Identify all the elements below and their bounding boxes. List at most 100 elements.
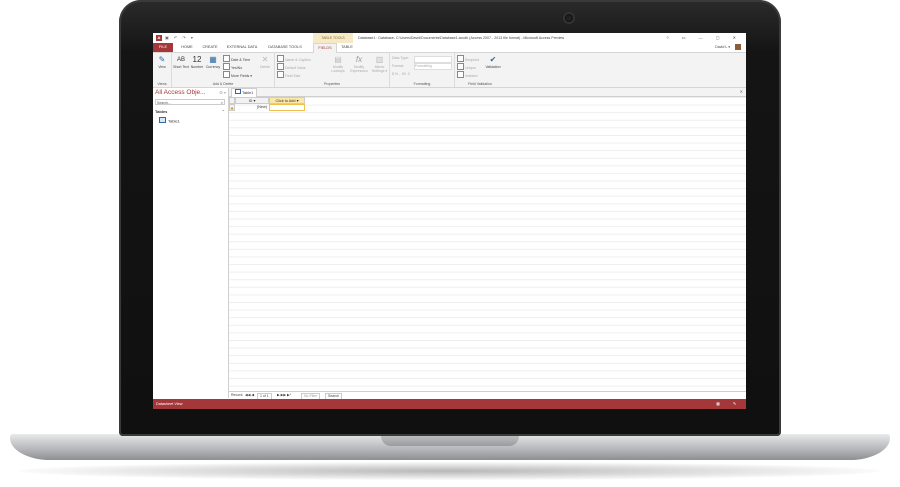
field-size-icon	[277, 71, 284, 78]
name-caption-icon	[277, 55, 284, 62]
record-navigator: Record: ◀◀ ◀ 1 of 1 ▶ ▶▶ ▶* No Filter Se…	[229, 391, 746, 400]
access-window: A ▣ ↶ ↷ ▾ TABLE TOOLS Database1 : Databa…	[153, 33, 746, 409]
group-properties: Name & Caption Default Value Field Size …	[275, 53, 390, 87]
group-label-properties: Properties	[324, 82, 340, 86]
currency-button[interactable]: ▦ Currency	[205, 55, 221, 79]
number-label: Number	[190, 65, 204, 69]
group-label-views: Views	[157, 82, 167, 86]
table-icon	[235, 89, 241, 94]
view-button[interactable]: ✎ View	[154, 55, 170, 79]
currency-icon: ▦	[209, 55, 217, 64]
format-label: Format:	[392, 64, 405, 68]
tab-external-data[interactable]: EXTERNAL DATA	[224, 43, 260, 52]
delete-label: Delete	[259, 65, 271, 69]
delete-button[interactable]: ✕ Delete	[257, 55, 273, 79]
short-text-label: Short Text	[173, 65, 189, 69]
new-record-id[interactable]: (New)	[235, 104, 269, 111]
short-text-icon: AB	[176, 57, 185, 63]
group-formatting: Data Type: Format: Formatting $ % , .00 …	[390, 53, 455, 87]
currency-label: Currency	[205, 65, 221, 69]
default-value-button[interactable]: Default Value	[277, 63, 306, 70]
more-fields-label: More Fields ▾	[231, 74, 253, 78]
tab-database-tools[interactable]: DATABASE TOOLS	[263, 43, 307, 52]
memo-icon: ▥	[375, 55, 384, 64]
checkbox-icon	[223, 63, 230, 70]
tab-file[interactable]: FILE	[153, 43, 173, 52]
nav-group-tables[interactable]: Tables ⌃	[155, 108, 226, 115]
validation-button[interactable]: ✔ Validation	[483, 55, 503, 79]
user-name[interactable]: David L ▾	[715, 43, 730, 52]
validation-label: Validation	[485, 65, 501, 69]
modify-expression-label: Modify Expression	[350, 65, 368, 73]
tab-create[interactable]: CREATE	[199, 43, 221, 52]
lookups-icon: ▤	[334, 55, 342, 64]
modify-lookups-label: Modify Lookups	[331, 65, 345, 73]
navigation-pane: All Access Obje... ⊙ « Search... ⌕ Table…	[153, 88, 229, 398]
default-value-icon	[277, 63, 284, 70]
group-label-formatting: Formatting	[413, 82, 431, 86]
short-text-button[interactable]: AB Short Text	[173, 55, 189, 79]
nav-search-placeholder: Search...	[157, 101, 172, 105]
nav-pane-controls[interactable]: ⊙ «	[219, 90, 226, 95]
data-type-select[interactable]	[414, 56, 452, 63]
column-header-add-label: Click to Add	[275, 99, 296, 103]
camera	[565, 14, 573, 22]
indexed-label: Indexed	[465, 74, 478, 78]
close-icon[interactable]: ✕	[740, 88, 743, 96]
column-header-id[interactable]: ID ▾	[235, 97, 269, 104]
nav-item-table1[interactable]: Table1	[159, 117, 180, 124]
memo-settings-label: Memo Settings ▾	[371, 65, 388, 73]
first-prev-buttons[interactable]: ◀◀ ◀	[245, 392, 254, 399]
more-fields-icon	[223, 71, 230, 78]
nav-pane-title[interactable]: All Access Obje...	[155, 89, 206, 96]
modify-expression-button[interactable]: fx Modify Expression	[349, 55, 369, 79]
date-time-button[interactable]: Date & Time	[223, 55, 250, 62]
indexed-checkbox[interactable]: Indexed	[457, 71, 477, 78]
modify-lookups-button[interactable]: ▤ Modify Lookups	[329, 55, 347, 79]
view-icon: ✎	[158, 55, 166, 64]
format-select[interactable]: Formatting	[414, 63, 452, 70]
memo-settings-button[interactable]: ▥ Memo Settings ▾	[371, 55, 388, 79]
tab-home[interactable]: HOME	[177, 43, 197, 52]
avatar[interactable]	[735, 44, 741, 50]
tab-table[interactable]: TABLE	[337, 43, 357, 52]
tab-fields[interactable]: FIELDS	[313, 43, 337, 53]
ribbon-tabs: FILE HOME CREATE EXTERNAL DATA DATABASE …	[153, 43, 746, 53]
unique-checkbox[interactable]: Unique	[457, 63, 476, 70]
checkbox-icon	[457, 71, 464, 78]
data-type-label: Data Type:	[392, 56, 409, 60]
status-bar: Datasheet View ▦ ✎	[153, 399, 746, 409]
quick-access-toolbar[interactable]: ▣ ↶ ↷ ▾	[165, 35, 195, 40]
view-switch-icons[interactable]: ▦ ✎	[716, 399, 742, 409]
window-controls[interactable]: ? ▭ — ▢ ✕	[666, 33, 742, 43]
name-caption-button[interactable]: Name & Caption	[277, 55, 311, 62]
delete-icon: ✕	[261, 55, 269, 64]
next-last-new-buttons[interactable]: ▶ ▶▶ ▶*	[277, 392, 291, 399]
title-bar: A ▣ ↶ ↷ ▾ TABLE TOOLS Database1 : Databa…	[153, 33, 746, 43]
chevron-up-icon: ⌃	[221, 109, 225, 114]
number-button[interactable]: 12 Number	[189, 55, 205, 79]
column-header-click-to-add[interactable]: Click to Add ▾	[269, 97, 305, 104]
document-tabs: Table1 ✕	[229, 88, 746, 97]
group-field-validation: Required Unique Indexed ✔ Validation Fie…	[455, 53, 505, 87]
new-record-cell[interactable]	[269, 104, 305, 111]
fx-icon: fx	[355, 55, 363, 64]
tab-table1[interactable]: Table1	[231, 88, 258, 97]
number-icon: 12	[192, 55, 202, 64]
access-logo-icon: A	[156, 35, 162, 41]
number-format-buttons[interactable]: $ % , .00 .0	[392, 71, 410, 78]
window-title: Database1 : Database- C:\Users\David\Doc…	[358, 36, 565, 40]
default-value-label: Default Value	[285, 66, 306, 70]
column-header-id-label: ID	[248, 99, 253, 103]
yes-no-button[interactable]: Yes/No	[223, 63, 242, 70]
nav-item-label: Table1	[168, 118, 180, 124]
group-label-add-delete: Add & Delete	[212, 82, 234, 86]
search-icon: ⌕	[220, 100, 223, 105]
field-size-button[interactable]: Field Size	[277, 71, 300, 78]
nav-search-input[interactable]: Search... ⌕	[155, 99, 225, 105]
more-fields-button[interactable]: More Fields ▾	[223, 71, 252, 78]
required-checkbox[interactable]: Required	[457, 55, 479, 62]
table-icon	[159, 117, 166, 123]
ribbon: ✎ View Views AB Short Text 12 Number ▦ C…	[153, 53, 746, 88]
date-time-label: Date & Time	[231, 58, 251, 62]
